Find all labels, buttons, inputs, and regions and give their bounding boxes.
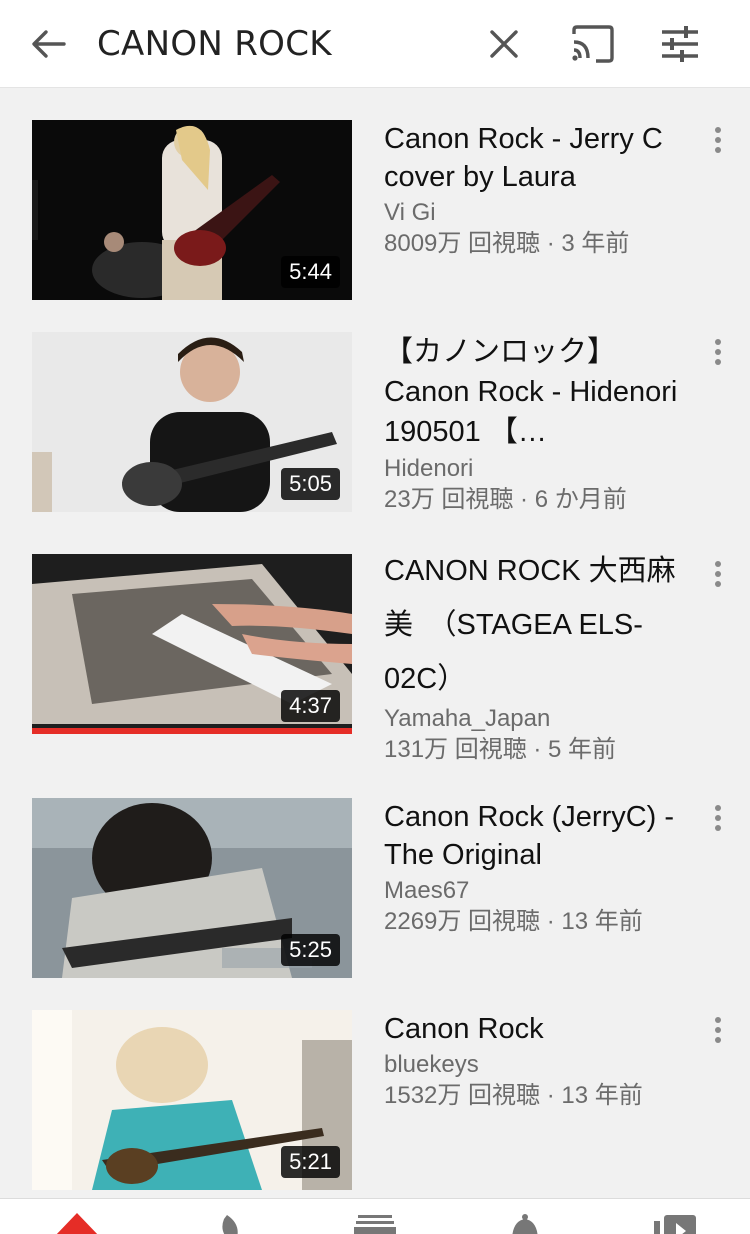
arrow-left-icon[interactable]	[26, 22, 70, 66]
video-duration: 5:21	[281, 1146, 340, 1178]
search-results-list: 5:44 Canon Rock - Jerry C cover by Laura…	[0, 88, 750, 1198]
video-title[interactable]: Canon Rock - Jerry C cover by Laura	[384, 120, 694, 196]
channel-name[interactable]: Maes67	[384, 876, 694, 906]
video-thumbnail[interactable]: 5:25	[32, 798, 352, 978]
video-thumbnail[interactable]: 5:05	[32, 332, 352, 512]
channel-name[interactable]: bluekeys	[384, 1050, 694, 1080]
video-stats: 131万 回視聴 · 5 年前	[384, 736, 617, 763]
channel-name[interactable]: Yamaha_Japan	[384, 704, 694, 734]
video-title[interactable]: Canon Rock (JerryC) - The Original	[384, 798, 694, 874]
video-duration: 5:25	[281, 934, 340, 966]
video-duration: 5:44	[281, 256, 340, 288]
video-meta: Canon Rock (JerryC) - The Original Maes6…	[384, 798, 694, 938]
video-thumbnail[interactable]: 5:44	[32, 120, 352, 300]
video-stats: 1532万 回視聴 · 13 年前	[384, 1082, 643, 1109]
more-vert-icon[interactable]	[706, 1014, 730, 1046]
video-duration: 5:05	[281, 468, 340, 500]
close-icon[interactable]	[482, 22, 526, 66]
video-thumbnail[interactable]: 4:37	[32, 554, 352, 734]
video-meta: 【カノンロック】Canon Rock - Hidenori 190501 【… …	[384, 332, 694, 516]
tune-icon[interactable]	[658, 22, 702, 66]
subscriptions-icon[interactable]	[350, 1211, 400, 1234]
more-vert-icon[interactable]	[706, 124, 730, 156]
video-title[interactable]: Canon Rock	[384, 1010, 694, 1048]
video-stats: 2269万 回視聴 · 13 年前	[384, 908, 643, 935]
video-meta: CANON ROCK 大西麻美 （STAGEA ELS-02C） Yamaha_…	[384, 554, 694, 766]
video-meta: Canon Rock - Jerry C cover by Laura Vi G…	[384, 120, 694, 260]
home-icon[interactable]	[52, 1211, 102, 1234]
video-title[interactable]: 【カノンロック】Canon Rock - Hidenori 190501 【…	[384, 332, 694, 452]
search-header: CANON ROCK	[0, 0, 750, 88]
watch-progress-bar	[32, 728, 352, 734]
video-thumbnail[interactable]: 5:21	[32, 1010, 352, 1190]
more-vert-icon[interactable]	[706, 802, 730, 834]
bottom-navigation	[0, 1198, 750, 1234]
library-icon[interactable]	[650, 1211, 700, 1234]
channel-name[interactable]: Vi Gi	[384, 198, 694, 228]
search-query[interactable]: CANON ROCK	[97, 22, 332, 66]
video-title[interactable]: CANON ROCK 大西麻美 （STAGEA ELS-02C）	[384, 544, 694, 706]
notifications-icon[interactable]	[500, 1211, 550, 1234]
video-duration: 4:37	[281, 690, 340, 722]
cast-icon[interactable]	[568, 22, 616, 66]
more-vert-icon[interactable]	[706, 558, 730, 590]
trending-icon[interactable]	[202, 1211, 252, 1234]
video-stats: 23万 回視聴 · 6 か月前	[384, 486, 627, 513]
video-meta: Canon Rock bluekeys 1532万 回視聴 · 13 年前	[384, 1010, 694, 1112]
video-stats: 8009万 回視聴 · 3 年前	[384, 230, 630, 257]
more-vert-icon[interactable]	[706, 336, 730, 368]
channel-name[interactable]: Hidenori	[384, 454, 694, 484]
